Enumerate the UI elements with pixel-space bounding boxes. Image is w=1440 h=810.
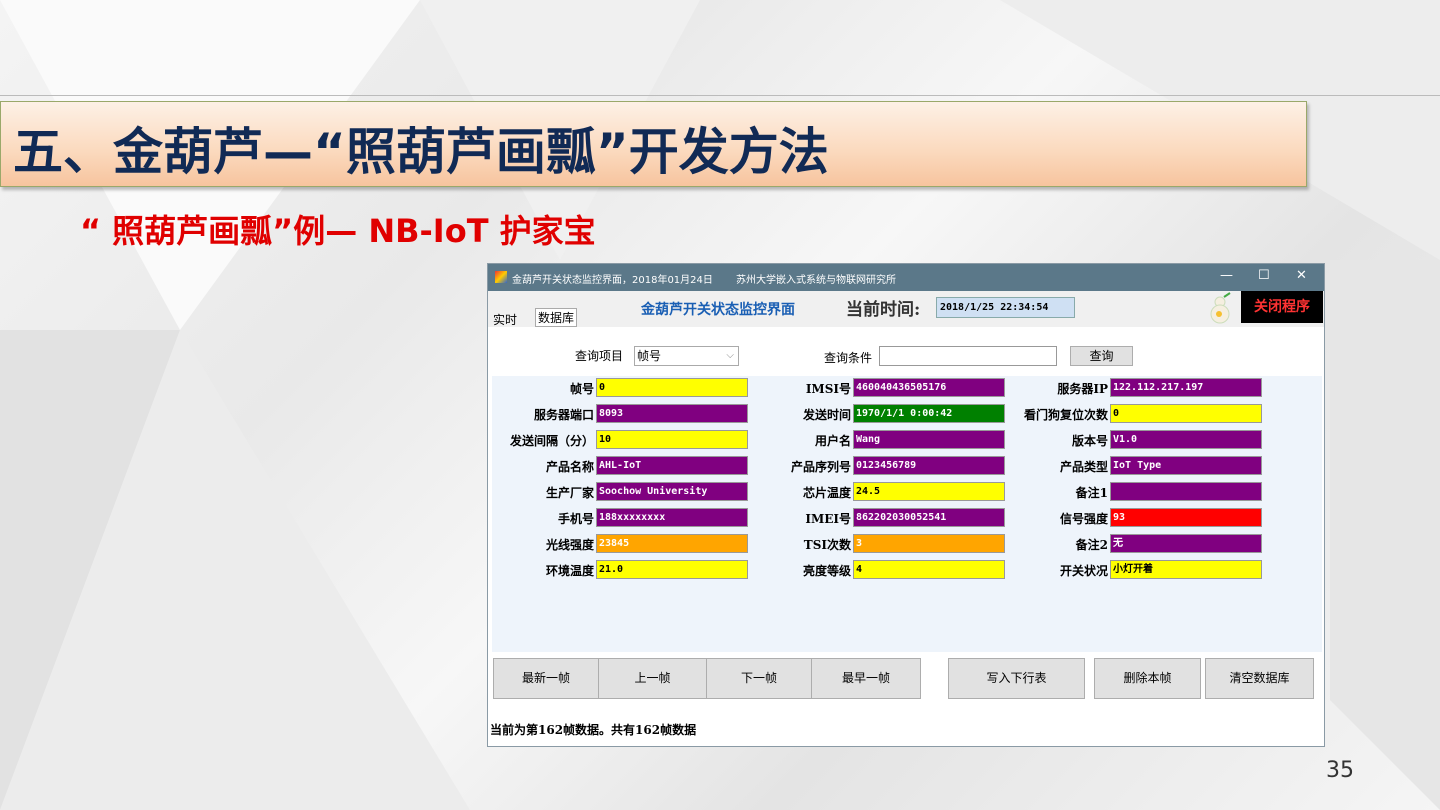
field-value[interactable]: 122.112.217.197 xyxy=(1110,378,1262,397)
field-value[interactable]: AHL-IoT xyxy=(596,456,748,475)
field-value[interactable]: 10 xyxy=(596,430,748,449)
field-label: 发送时间 xyxy=(802,408,851,422)
field-value[interactable]: 1970/1/1 0:00:42 xyxy=(853,404,1005,423)
field-label: 开关状况 xyxy=(1059,564,1108,578)
field-value[interactable]: Wang xyxy=(853,430,1005,449)
field-label: 芯片温度 xyxy=(802,486,851,500)
window-title: 金葫芦开关状态监控界面，2018年01月24日 xyxy=(512,275,713,286)
field-value[interactable]: 24.5 xyxy=(853,482,1005,501)
tab-realtime[interactable]: 实时 xyxy=(493,311,517,328)
field-value[interactable]: 8093 xyxy=(596,404,748,423)
field-label: 产品名称 xyxy=(545,460,594,474)
time-label: 当前时间: xyxy=(846,300,921,320)
field-label: 发送间隔（分） xyxy=(509,434,594,448)
field-value[interactable]: 0 xyxy=(596,378,748,397)
field-value[interactable] xyxy=(1110,482,1262,501)
field-label: 光线强度 xyxy=(545,538,594,552)
field-label: 看门狗复位次数 xyxy=(1023,408,1108,422)
nav-button[interactable]: 下一帧 xyxy=(706,658,812,699)
app-icon xyxy=(495,271,507,283)
field-value[interactable]: IoT Type xyxy=(1110,456,1262,475)
app-title: 金葫芦开关状态监控界面 xyxy=(641,302,795,318)
field-label: 服务器IP xyxy=(1057,382,1108,396)
maximize-button[interactable]: ☐ xyxy=(1258,268,1270,283)
slide-subtitle: “ 照葫芦画瓢”例— NB-IoT 护家宝 xyxy=(80,212,596,250)
field-value[interactable]: 188xxxxxxxx xyxy=(596,508,748,527)
query-button[interactable]: 查询 xyxy=(1070,346,1133,366)
query-condition-input[interactable] xyxy=(879,346,1057,366)
field-value[interactable]: 无 xyxy=(1110,534,1262,553)
tab-database[interactable]: 数据库 xyxy=(535,308,578,327)
nav-button[interactable]: 最早一帧 xyxy=(811,658,921,699)
status-text: 当前为第162帧数据。共有162帧数据 xyxy=(490,723,697,737)
field-label: 环境温度 xyxy=(545,564,594,578)
query-item-label: 查询项目 xyxy=(575,349,624,363)
window-org: 苏州大学嵌入式系统与物联网研究所 xyxy=(736,275,896,286)
close-program-button[interactable]: 关闭程序 xyxy=(1241,291,1323,323)
field-value[interactable]: 4 xyxy=(853,560,1005,579)
query-item-select[interactable]: 帧号 ⌵ xyxy=(634,346,739,366)
field-label: 产品类型 xyxy=(1059,460,1108,474)
field-value[interactable]: 862202030052541 xyxy=(853,508,1005,527)
query-item-value: 帧号 xyxy=(637,349,662,363)
field-label: 备注1 xyxy=(1075,486,1108,500)
time-display: 2018/1/25 22:34:54 xyxy=(936,297,1075,318)
field-value[interactable]: 93 xyxy=(1110,508,1262,527)
field-value[interactable]: 23845 xyxy=(596,534,748,553)
field-value[interactable]: 21.0 xyxy=(596,560,748,579)
nav-button[interactable]: 最新一帧 xyxy=(493,658,599,699)
field-label: 帧号 xyxy=(569,382,594,396)
field-label: 版本号 xyxy=(1071,434,1108,448)
chevron-down-icon: ⌵ xyxy=(726,350,734,361)
nav-button[interactable]: 上一帧 xyxy=(598,658,707,699)
field-label: 用户名 xyxy=(814,434,851,448)
nav-button[interactable]: 清空数据库 xyxy=(1205,658,1314,699)
close-window-button[interactable]: ✕ xyxy=(1296,268,1307,283)
field-label: IMEI号 xyxy=(805,512,851,526)
field-value[interactable]: 3 xyxy=(853,534,1005,553)
slide-title: 五、金葫芦—“照葫芦画瓢”开发方法 xyxy=(13,123,829,181)
field-value[interactable]: 0123456789 xyxy=(853,456,1005,475)
nav-button[interactable]: 删除本帧 xyxy=(1094,658,1201,699)
app-window: 金葫芦开关状态监控界面，2018年01月24日 苏州大学嵌入式系统与物联网研究所… xyxy=(487,263,1325,747)
field-label: 亮度等级 xyxy=(802,564,851,578)
field-value[interactable]: 0 xyxy=(1110,404,1262,423)
title-bar[interactable]: 金葫芦开关状态监控界面，2018年01月24日 苏州大学嵌入式系统与物联网研究所… xyxy=(488,264,1324,291)
field-label: 产品序列号 xyxy=(790,460,851,474)
title-band: 五、金葫芦—“照葫芦画瓢”开发方法 xyxy=(0,101,1307,187)
field-label: TSI次数 xyxy=(803,538,851,552)
field-value[interactable]: 460040436505176 xyxy=(853,378,1005,397)
page-number: 35 xyxy=(1326,758,1354,783)
field-label: 生产厂家 xyxy=(545,486,594,500)
header-divider xyxy=(0,95,1440,96)
field-label: 服务器端口 xyxy=(533,408,594,422)
field-label: IMSI号 xyxy=(805,382,851,396)
field-value[interactable]: Soochow University xyxy=(596,482,748,501)
field-value[interactable]: V1.0 xyxy=(1110,430,1262,449)
query-condition-label: 查询条件 xyxy=(824,351,873,365)
minimize-button[interactable]: — xyxy=(1220,268,1233,283)
nav-button[interactable]: 写入下行表 xyxy=(948,658,1085,699)
field-label: 备注2 xyxy=(1075,538,1108,552)
field-label: 信号强度 xyxy=(1059,512,1108,526)
field-label: 手机号 xyxy=(557,512,594,526)
gourd-logo-icon xyxy=(1210,292,1231,324)
field-value[interactable]: 小灯开着 xyxy=(1110,560,1262,579)
